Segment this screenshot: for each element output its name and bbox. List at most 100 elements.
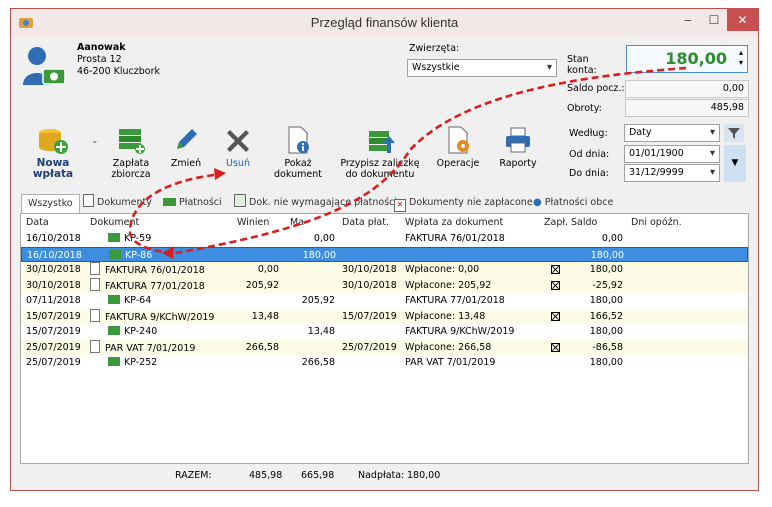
transactions-table: Data Dokument Winien Ma Data płat. Wpłat… xyxy=(20,213,749,464)
cell-paidfor: FAKTURA 9/KChW/2019 xyxy=(405,326,515,337)
more-filters-dropdown-icon[interactable]: ▼ xyxy=(724,145,746,182)
opening-balance-field: 0,00 xyxy=(625,80,749,98)
cell-date: 30/10/2018 xyxy=(26,279,81,291)
window-title: Przegląd finansów klienta xyxy=(310,15,459,30)
people-icon: ● xyxy=(533,197,542,208)
cell-paid xyxy=(551,262,560,277)
paid-check-icon xyxy=(551,280,560,290)
cell-paid xyxy=(551,309,560,324)
client-name: Aanowak xyxy=(77,42,126,53)
delete-button[interactable]: Usuń xyxy=(217,125,259,169)
opening-balance-label: Saldo pocz.: xyxy=(567,83,625,94)
column-header-balance[interactable]: Saldo xyxy=(571,215,597,230)
close-button[interactable]: ✕ xyxy=(727,9,758,31)
tab-payments[interactable]: Płatności xyxy=(163,194,222,212)
document-icon xyxy=(90,308,100,322)
table-row[interactable]: 25/07/2019 KP-252 266,58 PAR VAT 7/01/2019 1… xyxy=(21,355,748,370)
cell-date: 07/11/2018 xyxy=(26,295,81,306)
balance-spinner-icon[interactable]: ▴ ▾ xyxy=(739,48,743,68)
assign-advance-button[interactable]: Przypisz zaliczkę do dokumentu xyxy=(337,125,423,180)
cell-owes xyxy=(231,231,279,246)
operations-button[interactable]: Operacje xyxy=(435,125,481,169)
tab-documents[interactable]: Dokumenty xyxy=(83,194,152,212)
tab-docs-no-payment[interactable]: Dok. nie wymagające płatności xyxy=(234,194,397,212)
show-document-button[interactable]: Pokaż dokument xyxy=(273,125,323,180)
tab-docs-no-payment-label: Dok. nie wymagające płatności xyxy=(249,197,398,208)
cell-has xyxy=(283,309,335,324)
cell-date: 16/10/2018 xyxy=(26,233,81,244)
edit-button[interactable]: Zmień xyxy=(165,125,207,169)
filter-icon[interactable] xyxy=(724,124,744,142)
cell-document: FAKTURA 76/01/2018 xyxy=(90,262,205,277)
cell-paidfor: PAR VAT 7/01/2019 xyxy=(405,357,496,368)
cell-owes: 13,48 xyxy=(251,310,279,322)
printer-icon xyxy=(506,127,530,153)
document-x-icon: ✕ xyxy=(394,199,406,212)
delete-x-icon xyxy=(227,130,249,152)
sort-by-label: Według: xyxy=(569,128,608,139)
table-row[interactable]: 07/11/2018 KP-64 205,92 FAKTURA 77/01/2018 1… xyxy=(21,293,748,308)
cell-paidfor: FAKTURA 77/01/2018 xyxy=(405,295,505,306)
table-row[interactable]: 16/10/2018 KP-86 180,00 180,00 xyxy=(21,246,748,263)
balance-field: 180,00 ▴ ▾ xyxy=(626,45,748,73)
cell-owes: 266,58 xyxy=(245,341,279,353)
operations-label: Operacje xyxy=(436,158,480,169)
cell-owes: 205,92 xyxy=(245,279,279,291)
cell-has xyxy=(283,278,335,293)
total-owes: 485,98 xyxy=(249,470,283,481)
new-payment-button[interactable]: Nowa wpłata xyxy=(17,125,89,180)
client-city: 46-200 Kluczbork xyxy=(77,66,161,77)
cell-document: KP-240 xyxy=(90,324,157,339)
cell-document: KP-86 xyxy=(91,248,152,263)
payment-icon xyxy=(108,295,120,304)
cell-document: KP-252 xyxy=(90,355,157,370)
tab-unpaid-documents-label: Dokumenty nie zapłacone xyxy=(409,197,533,208)
table-row[interactable]: 25/07/2019 PAR VAT 7/01/2019 266,58 25/07/2… xyxy=(21,339,748,355)
new-payment-dropdown-icon[interactable]: ⌄ xyxy=(91,136,99,146)
table-row[interactable]: 15/07/2019 FAKTURA 9/KChW/2019 13,48 15/07/… xyxy=(21,308,748,324)
table-row[interactable]: 16/10/2018 KP-59 0,00 FAKTURA 76/01/2018 0,0… xyxy=(21,231,748,246)
collective-payment-button[interactable]: Zapłata zbiorcza xyxy=(107,125,155,180)
document-info-icon xyxy=(288,126,309,154)
table-header: Data Dokument Winien Ma Data płat. Wpłat… xyxy=(21,215,748,230)
column-header-paid-for[interactable]: Wpłata za dokument xyxy=(405,215,503,230)
reports-button[interactable]: Raporty xyxy=(495,125,541,169)
date-to-label: Do dnia: xyxy=(569,168,609,179)
cell-balance: 180,00 xyxy=(589,357,623,368)
animals-select[interactable]: Wszystkie xyxy=(407,59,557,77)
total-has: 665,98 xyxy=(301,470,335,481)
cell-paidfor: Wpłacone: 0,00 xyxy=(405,264,480,275)
column-header-payment-date[interactable]: Data płat. xyxy=(342,215,389,230)
cell-has xyxy=(283,262,335,277)
document-name: PAR VAT 7/01/2019 xyxy=(105,342,196,354)
column-header-delay[interactable]: Dni opóźn. xyxy=(631,215,682,230)
maximize-button[interactable]: ☐ xyxy=(701,9,727,31)
cell-balance: 180,00 xyxy=(589,264,623,275)
table-row[interactable]: 30/10/2018 FAKTURA 77/01/2018 205,92 30/10/… xyxy=(21,277,748,293)
client-avatar-icon xyxy=(23,47,66,85)
paid-check-icon xyxy=(551,311,560,321)
column-header-document[interactable]: Dokument xyxy=(90,215,139,230)
table-row[interactable]: 15/07/2019 KP-240 13,48 FAKTURA 9/KChW/2019… xyxy=(21,324,748,339)
column-header-has[interactable]: Ma xyxy=(290,215,304,230)
tab-all[interactable]: Wszystko xyxy=(21,194,80,214)
cell-date: 15/07/2019 xyxy=(26,310,81,322)
column-header-paid[interactable]: Zapł. xyxy=(544,215,568,230)
date-from-picker[interactable]: 01/01/1900 xyxy=(624,145,720,163)
tab-unpaid-documents[interactable]: ✕ Dokumenty nie zapłacone xyxy=(394,194,533,212)
table-row[interactable]: 30/10/2018 FAKTURA 76/01/2018 0,00 30/10/20… xyxy=(21,262,748,277)
overpay-label: Nadpłata: xyxy=(358,470,405,481)
cell-date: 25/07/2019 xyxy=(26,357,81,368)
column-header-date[interactable]: Data xyxy=(26,215,49,230)
sort-by-select[interactable]: Daty xyxy=(624,124,720,142)
column-header-owes[interactable]: Winien xyxy=(237,215,269,230)
tab-foreign-payments[interactable]: ● Płatności obce xyxy=(533,194,613,212)
minimize-button[interactable]: ‒ xyxy=(675,9,701,31)
cell-document: KP-59 xyxy=(90,231,151,246)
cell-paydate: 30/10/2018 xyxy=(342,264,397,275)
cell-paid xyxy=(551,340,560,355)
date-to-picker[interactable]: 31/12/9999 xyxy=(624,164,720,182)
money-stack-icon xyxy=(119,129,145,154)
cell-balance: 180,00 xyxy=(589,295,623,306)
pencil-icon xyxy=(177,129,197,149)
